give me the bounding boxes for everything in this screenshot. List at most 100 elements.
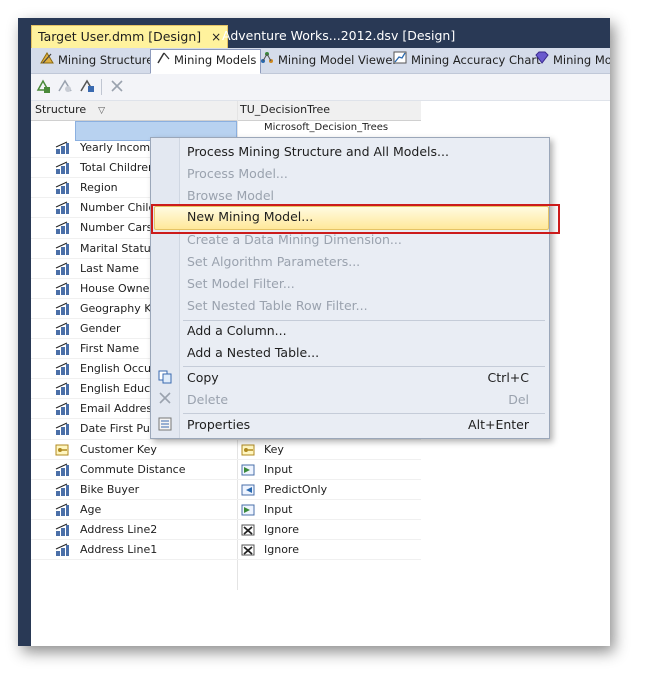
context-menu: Process Mining Structure and All Models.…: [150, 137, 550, 439]
usage-cell[interactable]: Ignore: [264, 543, 299, 556]
menu-item-delete[interactable]: Delete: [187, 390, 228, 410]
delete-icon[interactable]: [108, 78, 126, 96]
usage-cell[interactable]: Key: [264, 443, 284, 456]
set-parameters-icon[interactable]: [78, 78, 96, 96]
structure-column-name[interactable]: Yearly Income: [80, 141, 157, 154]
structure-column-name[interactable]: Email Address: [80, 402, 158, 415]
structure-column-icon: [55, 141, 70, 155]
structure-column-name[interactable]: Marital Status: [80, 242, 156, 255]
annotation-highlight-box: [151, 204, 560, 234]
structure-column-icon: [55, 402, 70, 416]
viewer-icon: [259, 50, 274, 71]
structure-column-name[interactable]: Gender: [80, 322, 121, 335]
structure-column-icon: [55, 342, 70, 356]
menu-item-add-column[interactable]: Add a Column...: [187, 321, 287, 341]
structure-column-icon: [55, 302, 70, 316]
menu-separator: [183, 366, 545, 367]
structure-column-name[interactable]: Age: [80, 503, 101, 516]
grid-header: Structure ▽ TU_DecisionTree: [31, 101, 421, 121]
tab-mining-model-prediction[interactable]: Mining Mo: [530, 50, 610, 71]
structure-column-icon: [55, 382, 70, 396]
document-tab-bar: Target User.dmm [Design] × Adventure Work…: [18, 18, 610, 48]
structure-column-icon: [55, 161, 70, 175]
column-header-structure[interactable]: Structure ▽: [35, 103, 105, 116]
doc-tab-target-user[interactable]: Target User.dmm [Design] ×: [31, 25, 229, 48]
row-divider: [31, 498, 421, 500]
key-column-icon: [55, 443, 70, 457]
structure-column-icon: [55, 422, 70, 436]
copy-shortcut: Ctrl+C: [487, 370, 529, 385]
structure-column-name[interactable]: English Occup: [80, 362, 158, 375]
algorithm-name: Microsoft_Decision_Trees: [264, 122, 389, 133]
structure-column-icon: [55, 543, 70, 557]
properties-icon: [155, 416, 175, 434]
usage-cell[interactable]: Ignore: [264, 523, 299, 536]
tab-mining-model-viewer[interactable]: Mining Model Viewer: [255, 50, 401, 71]
structure-column-icon: [55, 322, 70, 336]
usage-cell[interactable]: Input: [264, 503, 292, 516]
add-model-icon[interactable]: [34, 78, 52, 96]
accuracy-chart-icon: [392, 50, 407, 71]
ignore-usage-icon: [241, 523, 256, 537]
structure-column-name[interactable]: House Owner: [80, 282, 154, 295]
structure-column-name[interactable]: Number Childr: [80, 201, 160, 214]
column-header-model[interactable]: TU_DecisionTree: [240, 103, 330, 116]
mining-structure-icon: [39, 50, 54, 71]
structure-column-name[interactable]: First Name: [80, 342, 139, 355]
ignore-usage-icon: [241, 543, 256, 557]
copy-icon: [155, 369, 175, 387]
tab-mining-models[interactable]: Mining Models: [150, 49, 262, 74]
menu-item-set-algorithm[interactable]: Set Algorithm Parameters...: [187, 252, 360, 272]
delete-shortcut: Del: [508, 392, 529, 407]
menu-item-copy[interactable]: Copy: [187, 368, 219, 388]
menu-item-process-all[interactable]: Process Mining Structure and All Models.…: [187, 142, 449, 162]
sort-icon[interactable]: ▽: [98, 106, 105, 116]
row-divider: [31, 539, 421, 540]
structure-column-name[interactable]: Bike Buyer: [80, 483, 139, 496]
diamond-icon: [534, 50, 549, 71]
designer-toolbar: [31, 74, 610, 101]
process-icon[interactable]: [56, 78, 74, 96]
structure-column-name[interactable]: Address Line1: [80, 543, 157, 556]
tab-mining-structure[interactable]: Mining Structure: [35, 50, 157, 71]
structure-column-name[interactable]: Region: [80, 181, 118, 194]
structure-column-icon: [55, 503, 70, 517]
key-usage-icon: [241, 443, 256, 457]
structure-column-icon: [55, 463, 70, 477]
row-divider: [31, 518, 421, 520]
doc-tab-label: Target User.dmm [Design]: [38, 29, 202, 44]
structure-column-name[interactable]: Customer Key: [80, 443, 157, 456]
input-usage-icon: [241, 503, 256, 517]
structure-column-name[interactable]: Geography Ke: [80, 302, 158, 315]
menu-item-properties[interactable]: Properties: [187, 415, 250, 435]
designer-tab-bar: Mining Structure Mining Models Mining Mo…: [31, 48, 610, 74]
usage-cell[interactable]: Input: [264, 463, 292, 476]
structure-column-icon: [55, 181, 70, 195]
row-divider: [31, 478, 421, 480]
input-usage-icon: [241, 463, 256, 477]
menu-item-browse-model[interactable]: Browse Model: [187, 186, 274, 206]
mining-models-icon: [155, 50, 170, 71]
delete-icon: [155, 390, 175, 408]
menu-item-process-model[interactable]: Process Model...: [187, 164, 288, 184]
predict-only-icon: [241, 483, 256, 497]
structure-column-icon: [55, 483, 70, 497]
structure-column-name[interactable]: Commute Distance: [80, 463, 186, 476]
menu-separator: [183, 413, 545, 414]
structure-column-icon: [55, 221, 70, 235]
structure-column-name[interactable]: English Educa: [80, 382, 157, 395]
structure-column-name[interactable]: Address Line2: [80, 523, 157, 536]
usage-cell[interactable]: PredictOnly: [264, 483, 327, 496]
menu-item-set-filter[interactable]: Set Model Filter...: [187, 274, 295, 294]
structure-column-name[interactable]: Last Name: [80, 262, 139, 275]
menu-item-set-nested-filter[interactable]: Set Nested Table Row Filter...: [187, 296, 368, 316]
structure-column-icon: [55, 201, 70, 215]
menu-item-add-nested-table[interactable]: Add a Nested Table...: [187, 343, 319, 363]
row-divider: [31, 458, 421, 460]
tab-mining-accuracy-chart[interactable]: Mining Accuracy Chart: [388, 50, 545, 71]
structure-column-icon: [55, 282, 70, 296]
doc-tab-dsv[interactable]: Adventure Works...2012.dsv [Design]: [216, 25, 461, 47]
structure-column-name[interactable]: Total Children: [80, 161, 155, 174]
structure-column-icon: [55, 242, 70, 256]
structure-column-icon: [55, 362, 70, 376]
